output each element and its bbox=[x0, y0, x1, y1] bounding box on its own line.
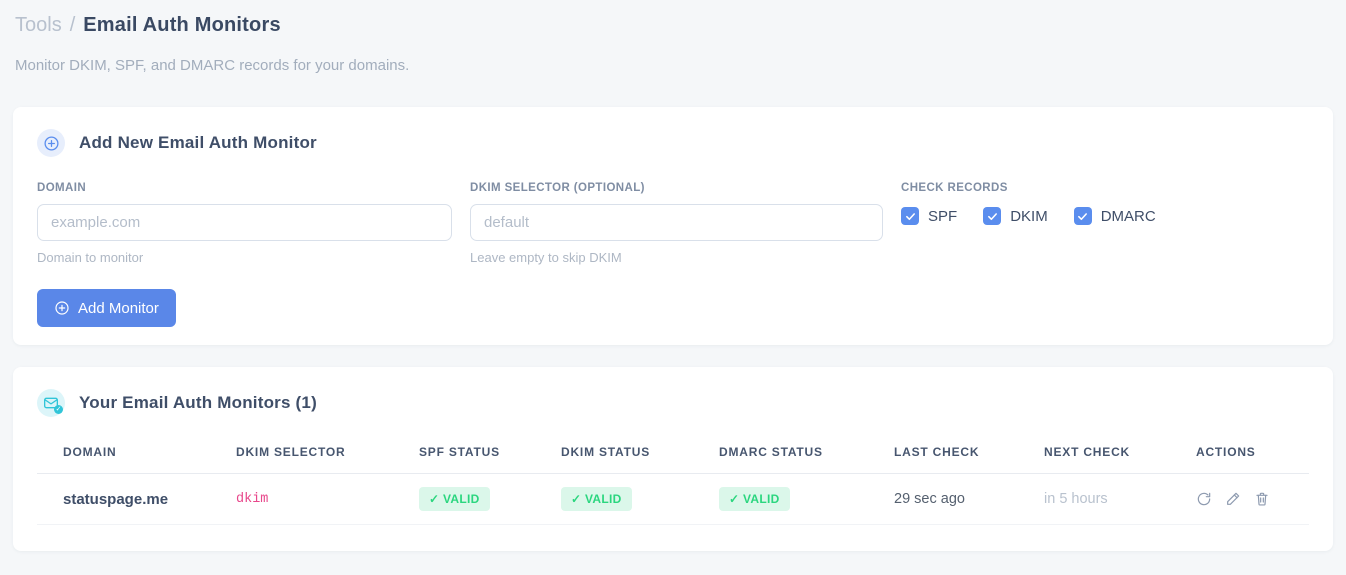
dkim-selector-input[interactable] bbox=[470, 204, 883, 241]
header-dmarc-status: DMARC STATUS bbox=[693, 431, 868, 474]
dkim-selector-label: DKIM SELECTOR (OPTIONAL) bbox=[470, 182, 645, 194]
header-last-check: LAST CHECK bbox=[868, 431, 1018, 474]
monitors-card-title: Your Email Auth Monitors (1) bbox=[79, 393, 317, 412]
check-icon bbox=[987, 212, 997, 220]
domain-input[interactable] bbox=[37, 204, 452, 241]
check-records-options: SPF DKIM DMARC bbox=[901, 207, 1156, 225]
domain-label: DOMAIN bbox=[37, 182, 87, 194]
refresh-icon[interactable] bbox=[1196, 491, 1212, 507]
dkim-selector-helper-text: Leave empty to skip DKIM bbox=[470, 250, 622, 265]
breadcrumb-separator: / bbox=[69, 14, 76, 36]
monitors-card-header: ✓ Your Email Auth Monitors (1) bbox=[37, 389, 1309, 417]
header-dkim-status: DKIM STATUS bbox=[535, 431, 693, 474]
header-spf-status: SPF STATUS bbox=[393, 431, 535, 474]
page: Tools / Email Auth Monitors Monitor DKIM… bbox=[0, 0, 1346, 551]
page-title: Email Auth Monitors bbox=[83, 14, 281, 36]
domain-field-group: DOMAIN Domain to monitor bbox=[37, 182, 452, 265]
header-domain: DOMAIN bbox=[37, 431, 210, 474]
dmarc-checkbox-label: DMARC bbox=[1100, 207, 1156, 225]
plus-circle-icon bbox=[37, 129, 65, 157]
dkim-selector-field-group: DKIM SELECTOR (OPTIONAL) Leave empty to … bbox=[470, 182, 883, 265]
add-monitor-card: Add New Email Auth Monitor DOMAIN Domain… bbox=[13, 107, 1333, 345]
domain-helper-text: Domain to monitor bbox=[37, 250, 144, 265]
add-monitor-button-label: Add Monitor bbox=[78, 299, 159, 317]
monitor-domain: statuspage.me bbox=[37, 473, 210, 525]
envelope-check-icon: ✓ bbox=[37, 389, 65, 417]
add-monitor-card-header: Add New Email Auth Monitor bbox=[37, 129, 1309, 157]
delete-icon[interactable] bbox=[1254, 491, 1270, 507]
monitors-card: ✓ Your Email Auth Monitors (1) DOMAIN DK… bbox=[13, 367, 1333, 551]
monitor-dkim-selector: dkim bbox=[210, 473, 393, 525]
spf-checkbox-label: SPF bbox=[928, 207, 958, 225]
table-header-row: DOMAIN DKIM SELECTOR SPF STATUS DKIM STA… bbox=[37, 431, 1309, 474]
actions-cell bbox=[1170, 473, 1309, 525]
dmarc-status-cell: ✓ VALID bbox=[693, 473, 868, 525]
plus-circle-icon bbox=[55, 301, 69, 315]
dkim-checkbox[interactable] bbox=[983, 207, 1002, 225]
page-subtitle: Monitor DKIM, SPF, and DMARC records for… bbox=[15, 57, 410, 74]
monitor-last-check: 29 sec ago bbox=[868, 473, 1018, 525]
dmarc-status-badge: ✓ VALID bbox=[719, 487, 790, 511]
header-next-check: NEXT CHECK bbox=[1018, 431, 1170, 474]
dkim-checkbox-item[interactable]: DKIM bbox=[983, 207, 1048, 225]
breadcrumb: Tools / Email Auth Monitors bbox=[13, 10, 1333, 37]
add-monitor-card-title: Add New Email Auth Monitor bbox=[79, 133, 317, 152]
check-records-label: CHECK RECORDS bbox=[901, 182, 1008, 194]
monitors-table: DOMAIN DKIM SELECTOR SPF STATUS DKIM STA… bbox=[37, 431, 1309, 525]
dmarc-checkbox[interactable] bbox=[1073, 207, 1092, 225]
header-actions: ACTIONS bbox=[1170, 431, 1309, 474]
breadcrumb-tools-link[interactable]: Tools bbox=[15, 14, 62, 37]
add-monitor-form: DOMAIN Domain to monitor DKIM SELECTOR (… bbox=[37, 182, 1309, 265]
dmarc-checkbox-item[interactable]: DMARC bbox=[1073, 207, 1156, 225]
add-monitor-button[interactable]: Add Monitor bbox=[37, 289, 176, 327]
dkim-checkbox-label: DKIM bbox=[1010, 207, 1048, 225]
check-records-group: CHECK RECORDS SPF DKIM DMARC bbox=[901, 182, 1156, 225]
spf-checkbox-item[interactable]: SPF bbox=[901, 207, 957, 225]
monitor-next-check: in 5 hours bbox=[1018, 473, 1170, 525]
spf-status-cell: ✓ VALID bbox=[393, 473, 535, 525]
check-icon bbox=[905, 212, 915, 220]
dkim-status-badge: ✓ VALID bbox=[561, 487, 632, 511]
spf-checkbox[interactable] bbox=[901, 207, 919, 225]
check-icon bbox=[1078, 212, 1088, 220]
table-row: statuspage.me dkim ✓ VALID ✓ VALID ✓ VAL… bbox=[37, 473, 1309, 525]
spf-status-badge: ✓ VALID bbox=[419, 487, 490, 511]
check-badge-icon: ✓ bbox=[54, 405, 63, 414]
header-dkim-selector: DKIM SELECTOR bbox=[210, 431, 393, 474]
dkim-status-cell: ✓ VALID bbox=[535, 473, 693, 525]
edit-icon[interactable] bbox=[1225, 491, 1241, 507]
